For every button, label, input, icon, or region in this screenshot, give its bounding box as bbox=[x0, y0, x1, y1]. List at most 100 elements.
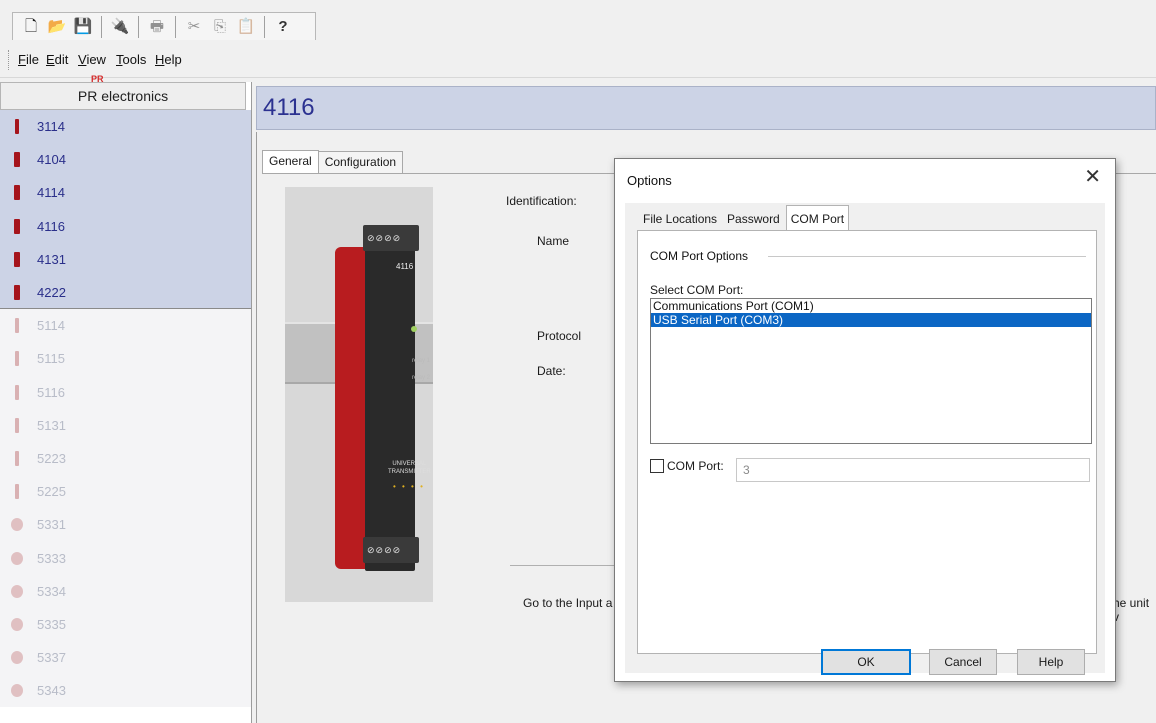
sidebar-item-5331[interactable]: 5331 bbox=[0, 508, 251, 542]
group-title: COM Port Options bbox=[650, 249, 749, 263]
connect-icon[interactable]: 🔌 bbox=[110, 17, 130, 37]
device-brand-logo: PR bbox=[91, 74, 104, 84]
sidebar-item-5334[interactable]: 5334 bbox=[0, 574, 251, 608]
date-label: Date: bbox=[537, 364, 566, 378]
module-icon bbox=[11, 119, 23, 135]
help-button[interactable]: Help bbox=[1017, 649, 1085, 675]
list-item-com3[interactable]: USB Serial Port (COM3) bbox=[651, 313, 1091, 327]
sidebar-item-label: 5225 bbox=[37, 484, 66, 500]
sidebar-item-label: 4116 bbox=[37, 218, 65, 234]
sidebar-item-5131[interactable]: 5131 bbox=[0, 408, 251, 442]
instruction-text-right: he unit v bbox=[1113, 596, 1150, 624]
menu-bar: File Edit View Tools Help bbox=[0, 42, 1156, 78]
close-icon[interactable]: ✕ bbox=[1084, 167, 1101, 187]
save-icon[interactable]: 💾 bbox=[73, 17, 93, 37]
sidebar-item-5223[interactable]: 5223 bbox=[0, 441, 251, 476]
sidebar-item-label: 5335 bbox=[37, 616, 66, 632]
tab-com-port[interactable]: COM Port bbox=[785, 205, 850, 232]
device-dots: • • • • bbox=[393, 482, 425, 491]
cut-icon[interactable]: ✂ bbox=[184, 17, 204, 37]
module-icon bbox=[11, 450, 23, 466]
sidebar-item-3114[interactable]: 3114 bbox=[0, 110, 251, 144]
sidebar-item-5114[interactable]: 5114 bbox=[0, 309, 251, 343]
module-icon bbox=[11, 251, 23, 267]
com-port-number-field[interactable]: 3 bbox=[736, 458, 1090, 482]
new-document-icon[interactable]: 🗋 bbox=[21, 17, 41, 37]
sidebar-item-5225[interactable]: 5225 bbox=[0, 475, 251, 509]
sidebar-item-5115[interactable]: 5115 bbox=[0, 342, 251, 376]
identification-label: Identification: bbox=[506, 194, 577, 208]
module-icon bbox=[11, 484, 23, 500]
status-led bbox=[411, 326, 417, 332]
sidebar-item-5116[interactable]: 5116 bbox=[0, 375, 251, 409]
copy-icon[interactable]: ⎘ bbox=[210, 17, 230, 37]
sidebar-item-label: 4104 bbox=[37, 152, 66, 168]
sidebar-item-4116[interactable]: 4116 bbox=[0, 209, 251, 243]
device-type-label: UNIVERSAL TRANSMITTER bbox=[388, 461, 431, 475]
help-icon[interactable]: ? bbox=[273, 17, 293, 37]
com-port-checkbox-label: COM Port: bbox=[667, 459, 724, 473]
list-item-com1[interactable]: Communications Port (COM1) bbox=[651, 299, 1091, 313]
sidebar-item-4131[interactable]: 4131 bbox=[0, 242, 251, 276]
page-title: 4116 bbox=[263, 94, 315, 121]
paste-icon[interactable]: 📋 bbox=[236, 17, 256, 37]
sidebar-item-label: 3114 bbox=[37, 119, 65, 135]
cancel-button[interactable]: Cancel bbox=[929, 649, 997, 675]
relay1-label: relay 1 bbox=[412, 358, 431, 364]
module-icon bbox=[11, 351, 23, 367]
device-sidebar: PR electronics 3114 4104 4114 4116 4131 … bbox=[0, 82, 252, 723]
menu-tools[interactable]: Tools bbox=[116, 52, 146, 67]
com-port-checkbox[interactable] bbox=[650, 459, 664, 473]
toolbar-separator bbox=[264, 15, 265, 38]
module-icon bbox=[11, 284, 23, 300]
sidebar-item-4104[interactable]: 4104 bbox=[0, 143, 251, 177]
probe-icon bbox=[11, 551, 23, 565]
bottom-terminal-block: ⊘⊘⊘⊘ bbox=[363, 537, 419, 563]
toolbar-separator bbox=[101, 15, 102, 38]
sidebar-item-label: 5223 bbox=[37, 450, 66, 466]
section-divider bbox=[510, 565, 620, 566]
sidebar-item-5343[interactable]: 5343 bbox=[0, 674, 251, 708]
tab-general[interactable]: General bbox=[262, 150, 319, 173]
sidebar-item-label: 4222 bbox=[37, 284, 66, 300]
sidebar-item-label: 5334 bbox=[37, 583, 66, 599]
device-model-label: 4116 bbox=[396, 262, 414, 271]
com-port-checkbox-row: COM Port: bbox=[650, 459, 724, 473]
ok-button[interactable]: OK bbox=[821, 649, 911, 675]
tab-password[interactable]: Password bbox=[723, 207, 784, 231]
sidebar-item-label: 5331 bbox=[37, 517, 66, 533]
toolbar: 🗋 📂 💾 🔌 🖶 ✂ ⎘ 📋 ? bbox=[0, 0, 1156, 40]
toolbar-separator bbox=[138, 15, 139, 38]
print-icon[interactable]: 🖶 bbox=[147, 17, 167, 37]
probe-icon bbox=[11, 518, 23, 532]
sidebar-item-label: 4114 bbox=[37, 185, 65, 201]
sidebar-item-label: 5333 bbox=[37, 550, 66, 566]
sidebar-item-label: 5343 bbox=[37, 683, 66, 699]
sidebar-item-4222[interactable]: 4222 bbox=[0, 275, 251, 310]
module-icon bbox=[11, 185, 23, 201]
sidebar-header[interactable]: PR electronics bbox=[0, 82, 246, 110]
menu-file[interactable]: File bbox=[18, 52, 39, 67]
module-icon bbox=[11, 318, 23, 334]
com-port-listbox[interactable]: Communications Port (COM1) USB Serial Po… bbox=[650, 298, 1092, 444]
device-title-bar: 4116 bbox=[256, 86, 1156, 130]
device-image: ⊘⊘⊘⊘ ⊘⊘⊘⊘ bbox=[285, 187, 433, 602]
sidebar-item-5337[interactable]: 5337 bbox=[0, 641, 251, 675]
sidebar-item-5335[interactable]: 5335 bbox=[0, 607, 251, 641]
menu-view[interactable]: View bbox=[78, 52, 106, 67]
menu-edit[interactable]: Edit bbox=[46, 52, 68, 67]
tab-file-locations[interactable]: File Locations bbox=[639, 207, 722, 231]
group-divider bbox=[768, 256, 1086, 257]
relay2-label: relay 2 bbox=[412, 375, 431, 381]
menu-help[interactable]: Help bbox=[155, 52, 182, 67]
probe-icon bbox=[11, 651, 23, 665]
tab-configuration[interactable]: Configuration bbox=[317, 151, 404, 173]
sidebar-item-label: 5115 bbox=[37, 351, 65, 367]
sidebar-item-4114[interactable]: 4114 bbox=[0, 176, 251, 210]
options-dialog: Options ✕ File Locations Password COM Po… bbox=[614, 158, 1116, 682]
sidebar-item-label: 5116 bbox=[37, 384, 65, 400]
sidebar-item-5333[interactable]: 5333 bbox=[0, 541, 251, 575]
probe-icon bbox=[11, 584, 23, 598]
module-icon bbox=[11, 384, 23, 400]
open-folder-icon[interactable]: 📂 bbox=[47, 17, 67, 37]
